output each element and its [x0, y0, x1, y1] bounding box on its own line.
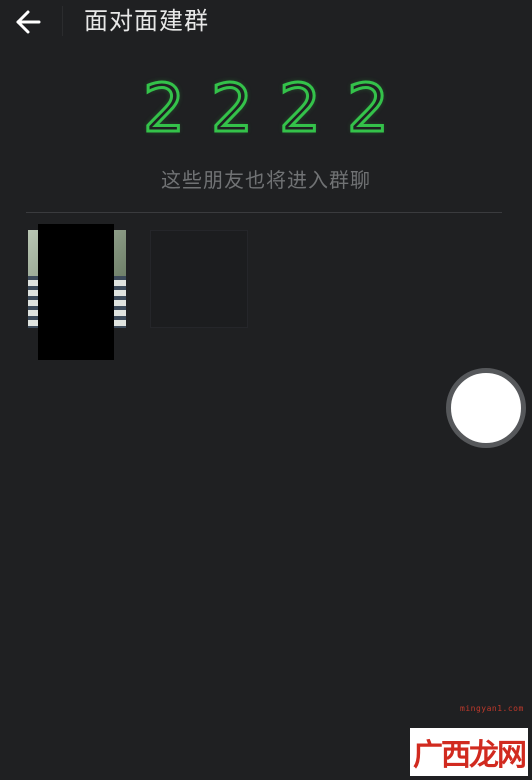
confirm-circle-button[interactable]	[446, 368, 526, 448]
watermark-logo-text: 广西龙网	[413, 738, 527, 773]
code-digit: 2	[142, 70, 187, 147]
back-arrow-icon	[16, 10, 41, 34]
code-digit: 2	[210, 70, 255, 147]
code-digit: 2	[278, 70, 323, 147]
redaction-block	[38, 224, 114, 360]
watermark-url: mingyan1.com	[460, 704, 524, 713]
watermark-logo: 广西龙网	[410, 728, 528, 776]
header-divider	[62, 6, 63, 36]
group-code: 2 2 2 2	[0, 70, 532, 147]
empty-member-slot	[150, 230, 248, 328]
code-digit: 2	[346, 70, 391, 147]
section-divider	[26, 212, 502, 213]
join-hint: 这些朋友也将进入群聊	[161, 168, 371, 192]
top-bar: 面对面建群	[0, 0, 532, 46]
page-title: 面对面建群	[84, 7, 209, 35]
back-button[interactable]	[8, 2, 48, 42]
